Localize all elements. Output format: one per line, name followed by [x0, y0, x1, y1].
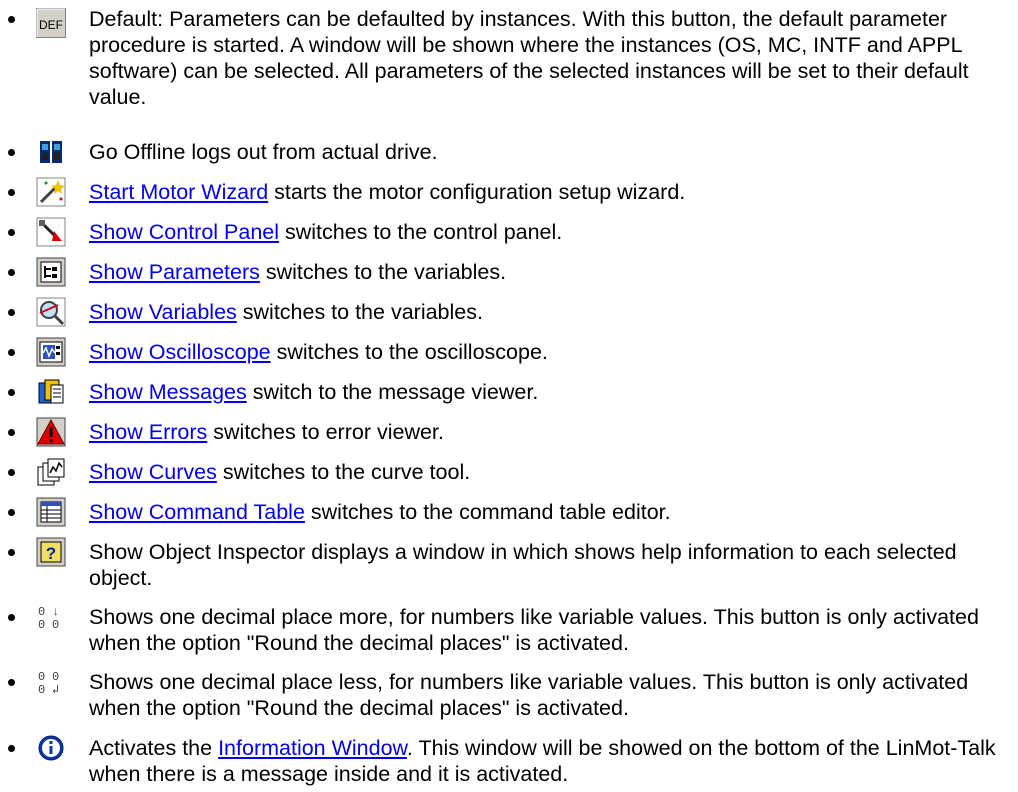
item-text: Show Curves switches to the curve tool. — [89, 459, 1009, 485]
bullet — [8, 309, 15, 316]
bullet — [8, 745, 15, 752]
bullet — [8, 149, 15, 156]
show-oscilloscope-link[interactable]: Show Oscilloscope — [89, 340, 271, 364]
item-description: switches to the command table editor. — [304, 500, 671, 524]
information-window-link[interactable]: Information Window — [218, 736, 407, 760]
item-text: Go Offline logs out from actual drive. — [89, 139, 1009, 165]
item-text: Start Motor Wizard starts the motor conf… — [89, 179, 1009, 205]
errors-icon[interactable] — [36, 417, 66, 447]
information-icon[interactable] — [36, 733, 66, 763]
bullet — [8, 429, 15, 436]
svg-text:↲: ↲ — [52, 683, 59, 697]
decimal-less-icon[interactable]: 0 0 0 ↲ — [36, 667, 66, 697]
show-errors-link[interactable]: Show Errors — [89, 420, 207, 444]
svg-text:0: 0 — [38, 670, 45, 684]
item-description: switch to the message viewer. — [246, 380, 539, 404]
item-text: Show Object Inspector displays a window … — [89, 539, 1009, 591]
item-description: Go Offline logs out from actual drive. — [89, 140, 438, 164]
item-text: Show Command Table switches to the comma… — [89, 499, 1009, 525]
bullet — [8, 509, 15, 516]
bullet — [8, 679, 15, 686]
motor-wizard-icon[interactable] — [36, 177, 66, 207]
decimal-more-icon[interactable]: 0 ↓ 0 0 — [36, 602, 66, 632]
messages-icon[interactable] — [36, 377, 66, 407]
bullet — [8, 389, 15, 396]
item-description: switches to the control panel. — [279, 220, 563, 244]
variables-icon[interactable] — [36, 297, 66, 327]
bullet — [8, 16, 15, 23]
item-description: Shows one decimal place less, for number… — [89, 670, 969, 720]
item-description: switches to the variables. — [259, 260, 507, 284]
def-icon-label: DEF — [39, 18, 63, 32]
bullet — [8, 229, 15, 236]
show-control-panel-link[interactable]: Show Control Panel — [89, 220, 279, 244]
item-prefix: Activates the — [89, 736, 219, 760]
item-text: Show Oscilloscope switches to the oscill… — [89, 339, 1009, 365]
oscilloscope-icon[interactable] — [36, 337, 66, 367]
item-description: switches to the variables. — [236, 300, 483, 324]
item-text: Show Errors switches to error viewer. — [89, 419, 1009, 445]
svg-text:↓: ↓ — [52, 605, 59, 619]
item-text: Show Control Panel switches to the contr… — [89, 219, 1009, 245]
svg-text:0: 0 — [52, 618, 59, 632]
command-table-icon[interactable] — [36, 497, 66, 527]
bullet — [8, 469, 15, 476]
def-icon[interactable]: DEF — [36, 8, 66, 38]
show-parameters-link[interactable]: Show Parameters — [89, 260, 260, 284]
control-panel-icon[interactable] — [36, 217, 66, 247]
svg-text:0: 0 — [38, 605, 45, 619]
item-description: Show Object Inspector displays a window … — [89, 540, 957, 590]
item-description: switches to the oscilloscope. — [270, 340, 548, 364]
item-text: Show Parameters switches to the variable… — [89, 259, 1009, 285]
item-text: Show Messages switch to the message view… — [89, 379, 1009, 405]
item-text: Show Variables switches to the variables… — [89, 299, 1009, 325]
item-text: Activates the Information Window. This w… — [89, 735, 1009, 787]
item-text: Shows one decimal place less, for number… — [89, 669, 1009, 721]
bullet — [8, 349, 15, 356]
show-curves-link[interactable]: Show Curves — [89, 460, 217, 484]
parameters-icon[interactable] — [36, 257, 66, 287]
svg-text:0: 0 — [52, 670, 59, 684]
item-description: Default: Parameters can be defaulted by … — [89, 7, 969, 109]
show-command-table-link[interactable]: Show Command Table — [89, 500, 305, 524]
bullet — [8, 189, 15, 196]
curves-icon[interactable] — [36, 457, 66, 487]
bullet — [8, 549, 15, 556]
go-offline-icon[interactable] — [36, 137, 66, 167]
start-motor-wizard-link[interactable]: Start Motor Wizard — [89, 180, 268, 204]
show-variables-link[interactable]: Show Variables — [89, 300, 237, 324]
svg-text:0: 0 — [38, 618, 45, 632]
item-description: starts the motor configuration setup wiz… — [268, 180, 686, 204]
bullet — [8, 269, 15, 276]
item-description: switches to the curve tool. — [216, 460, 471, 484]
item-description: switches to error viewer. — [207, 420, 444, 444]
show-messages-link[interactable]: Show Messages — [89, 380, 247, 404]
item-text: Default: Parameters can be defaulted by … — [89, 6, 1009, 110]
svg-text:0: 0 — [38, 683, 45, 697]
item-text: Shows one decimal place more, for number… — [89, 604, 1009, 656]
item-description: Shows one decimal place more, for number… — [89, 605, 979, 655]
svg-text:?: ? — [46, 544, 56, 563]
object-inspector-icon[interactable]: ? — [36, 537, 66, 567]
bullet — [8, 614, 15, 621]
